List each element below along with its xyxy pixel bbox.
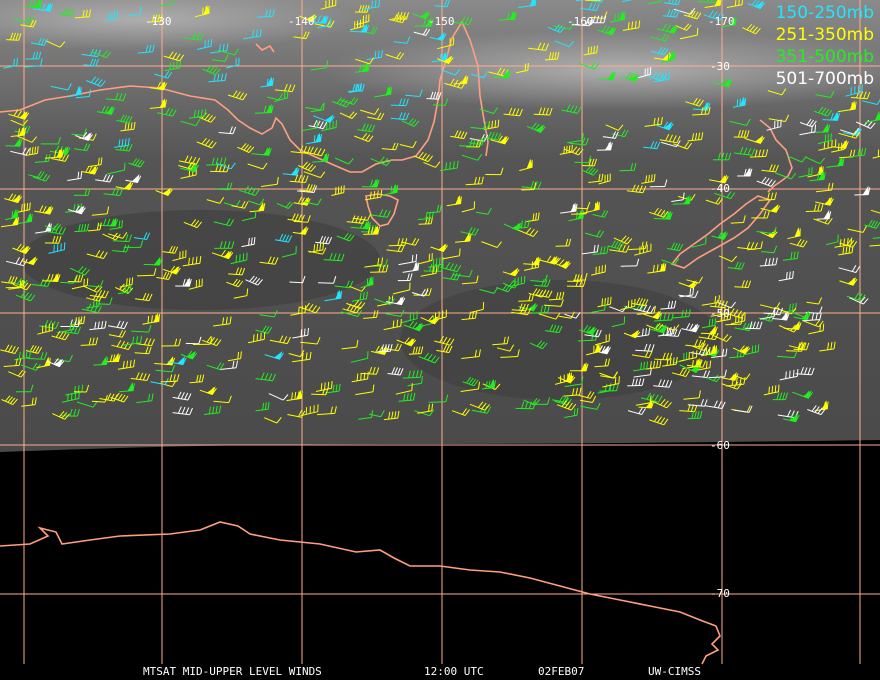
lat-label: -40	[710, 182, 730, 195]
legend-351-500mb: 351-500mb	[775, 47, 874, 67]
legend-251-350mb: 251-350mb	[775, 25, 874, 45]
valid-time: 12:00 UTC	[424, 665, 484, 678]
legend-150-250mb: 150-250mb	[775, 3, 874, 23]
pressure-level-legend: 150-250mb 251-350mb 351-500mb 501-700mb	[774, 2, 876, 90]
product-name: MTSAT MID-UPPER LEVEL WINDS	[143, 665, 322, 678]
lat-label: -30	[710, 60, 730, 73]
lon-label: -130	[145, 15, 172, 28]
lat-label: -60	[710, 439, 730, 452]
valid-date: 02FEB07	[538, 665, 585, 678]
legend-501-700mb: 501-700mb	[775, 69, 874, 89]
lon-label: -160	[567, 15, 594, 28]
water-vapor-wind-map: -130 -140 -150 -160 -170 -30 -40 -50 -60…	[0, 0, 880, 665]
lon-label: -170	[708, 15, 735, 28]
lat-label: -70	[710, 587, 730, 600]
lon-label: -140	[288, 15, 315, 28]
footer-caption: MTSAT MID-UPPER LEVEL WINDS 12:00 UTC 02…	[0, 664, 880, 680]
coastline-antarctica	[0, 521, 721, 665]
lat-label: -50	[710, 307, 730, 320]
lon-label: -150	[428, 15, 455, 28]
data-source: UW-CIMSS	[648, 665, 701, 678]
